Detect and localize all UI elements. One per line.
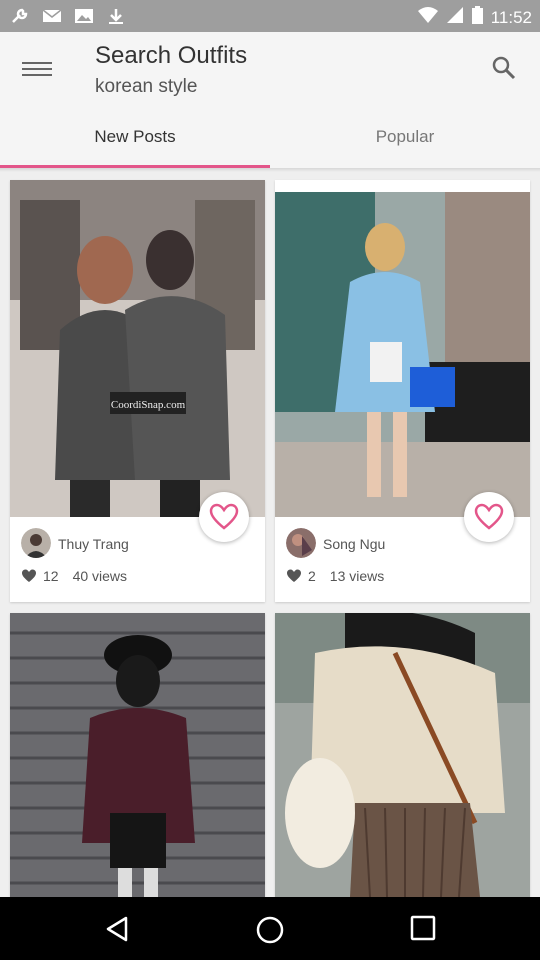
download-icon (106, 7, 126, 25)
view-count: 40 views (72, 568, 128, 584)
signal-icon (446, 6, 464, 29)
wrench-icon (10, 7, 30, 25)
heart-icon (474, 503, 504, 530)
search-query: korean style (95, 76, 198, 97)
post-photo[interactable] (10, 613, 265, 897)
clock-time: 11:52 (490, 7, 532, 27)
heart-icon (209, 503, 239, 530)
tab-popular[interactable]: Popular (270, 120, 540, 168)
heart-icon (22, 569, 36, 582)
view-count: 13 views (329, 568, 385, 584)
post-stats: 2 13 views (286, 568, 384, 584)
author-name[interactable]: Song Ngu (323, 536, 385, 552)
battery-icon (471, 6, 483, 29)
avatar[interactable] (286, 528, 316, 558)
menu-icon[interactable] (22, 58, 52, 78)
like-button[interactable] (464, 492, 514, 542)
post-photo[interactable]: CoordiSnap.com (10, 180, 265, 517)
like-count: 12 (43, 568, 59, 584)
page-title: Search Outfits (95, 42, 248, 69)
post-card[interactable]: Song Ngu 2 13 views (275, 180, 530, 602)
tab-bar: New Posts Popular (0, 120, 540, 168)
status-bar: 11:52 (0, 0, 540, 32)
post-card[interactable] (10, 613, 265, 897)
heart-icon (287, 569, 301, 582)
recent-apps-icon[interactable] (410, 915, 436, 946)
back-icon[interactable] (104, 915, 132, 948)
author-name[interactable]: Thuy Trang (58, 536, 129, 552)
post-card[interactable]: CoordiSnap.com Thuy Trang 12 40 views (10, 180, 265, 602)
like-button[interactable] (199, 492, 249, 542)
gallery-icon (74, 7, 94, 25)
post-photo[interactable] (275, 192, 530, 517)
post-card[interactable] (275, 613, 530, 897)
search-icon[interactable] (490, 54, 518, 82)
post-stats: 12 40 views (21, 568, 127, 584)
wifi-icon (417, 6, 438, 29)
like-count: 2 (308, 568, 316, 584)
system-navigation-bar (0, 897, 540, 960)
toolbar-shadow (0, 168, 540, 172)
tab-new-posts[interactable]: New Posts (0, 120, 270, 168)
home-icon[interactable] (255, 915, 285, 950)
photo-watermark: CoordiSnap.com (111, 399, 186, 411)
avatar[interactable] (21, 528, 51, 558)
app-toolbar: Search Outfits korean style New Posts Po… (0, 32, 540, 168)
post-photo[interactable] (275, 613, 530, 897)
mail-icon (42, 7, 62, 25)
